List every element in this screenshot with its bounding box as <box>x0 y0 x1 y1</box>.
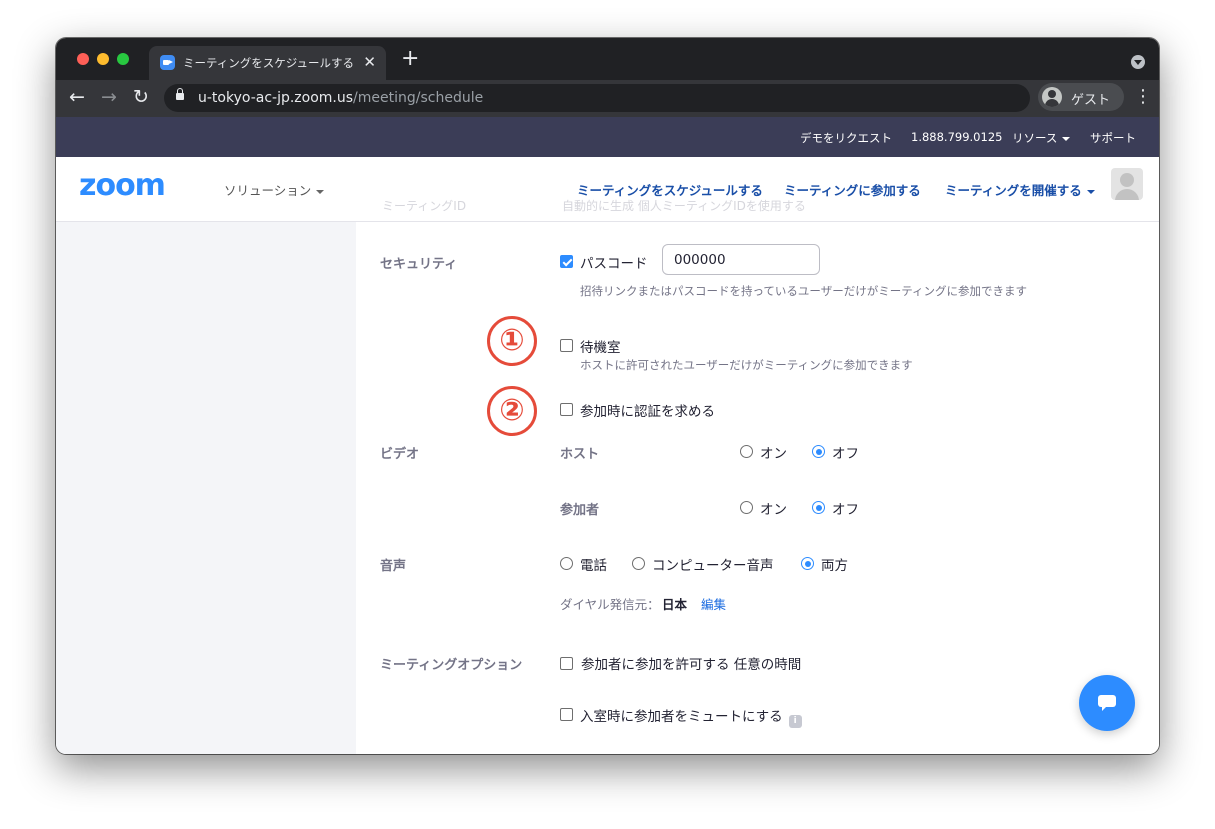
tab-title: ミーティングをスケジュールする - Zoom <box>183 56 353 70</box>
waiting-room-label: 待機室 <box>580 340 621 356</box>
solutions-menu[interactable]: ソリューション <box>224 180 325 199</box>
audio-phone-label: 電話 <box>580 558 607 574</box>
security-label: セキュリティ <box>380 257 458 272</box>
zoom-favicon-icon <box>160 55 175 70</box>
waiting-room-checkbox[interactable] <box>560 339 573 352</box>
reload-button[interactable]: ↻ <box>133 86 149 108</box>
join-before-host-checkbox[interactable] <box>560 657 573 670</box>
passcode-checkbox[interactable] <box>560 255 573 268</box>
video-participant-on-radio[interactable] <box>740 501 753 514</box>
audio-phone-radio[interactable] <box>560 557 573 570</box>
support-link[interactable]: サポート <box>1090 130 1136 146</box>
guest-avatar-icon <box>1042 87 1062 107</box>
audio-computer-label: コンピューター音声 <box>652 558 774 574</box>
passcode-hint: 招待リンクまたはパスコードを持っているユーザーだけがミーティングに参加できます <box>580 284 1028 298</box>
browser-window: ミーティングをスケジュールする - Zoom ✕ + ← → ↻ u-tokyo… <box>56 38 1159 754</box>
lock-icon <box>176 88 184 100</box>
mute-on-entry-label: 入室時に参加者をミュートにする i <box>580 705 802 728</box>
browser-tab[interactable]: ミーティングをスケジュールする - Zoom ✕ <box>149 46 386 80</box>
phone-number: 1.888.799.0125 <box>911 130 1003 144</box>
video-participant-on-label: オン <box>760 502 787 518</box>
chat-bubble-icon[interactable] <box>1079 675 1135 731</box>
video-host-off-label: オフ <box>832 446 859 462</box>
url-text: u-tokyo-ac-jp.zoom.us/meeting/schedule <box>198 90 484 106</box>
schedule-meeting-link[interactable]: ミーティングをスケジュールする <box>577 180 763 199</box>
meeting-options-label: ミーティングオプション <box>380 658 523 673</box>
schedule-form: セキュリティ パスコード 招待リンクまたはパスコードを持っているユーザーだけがミ… <box>356 222 1159 754</box>
video-participant-off-radio[interactable] <box>812 501 825 514</box>
host-meeting-menu[interactable]: ミーティングを開催する <box>945 180 1095 199</box>
authentication-label: 参加時に認証を求める <box>580 404 715 420</box>
address-bar[interactable]: u-tokyo-ac-jp.zoom.us/meeting/schedule <box>164 84 1030 112</box>
caret-down-icon <box>1062 136 1071 141</box>
close-tab-icon[interactable]: ✕ <box>363 53 376 71</box>
profile-button[interactable]: ゲスト <box>1038 83 1124 111</box>
passcode-label: パスコード <box>580 256 648 272</box>
meeting-id-label: ミーティングID <box>382 199 467 213</box>
join-meeting-link[interactable]: ミーティングに参加する <box>784 180 921 199</box>
dial-from-edit-link[interactable]: 編集 <box>701 594 726 613</box>
new-tab-button[interactable]: + <box>401 48 419 70</box>
zoom-logo[interactable]: zoom <box>79 168 166 203</box>
user-avatar[interactable] <box>1111 168 1143 200</box>
caret-down-icon <box>316 189 325 194</box>
forward-button[interactable]: → <box>101 86 117 108</box>
waiting-room-hint: ホストに許可されたユーザーだけがミーティングに参加できます <box>580 358 913 372</box>
back-button[interactable]: ← <box>69 86 85 108</box>
close-window-button[interactable] <box>77 53 89 65</box>
resources-menu[interactable]: リソース <box>1012 130 1071 146</box>
minimize-window-button[interactable] <box>97 53 109 65</box>
maximize-window-button[interactable] <box>117 53 129 65</box>
authentication-checkbox[interactable] <box>560 403 573 416</box>
video-label: ビデオ <box>380 447 420 462</box>
zoom-nav: ミーティングID 自動的に生成 個人ミーティングIDを使用する zoom ソリュ… <box>56 157 1159 222</box>
annotation-marker-1: ① <box>487 316 537 366</box>
video-host-on-radio[interactable] <box>740 445 753 458</box>
tab-search-icon[interactable] <box>1131 55 1145 69</box>
annotation-marker-2: ② <box>487 386 537 436</box>
left-pane <box>56 222 356 754</box>
dial-from-value: 日本 <box>662 597 688 612</box>
audio-both-radio[interactable] <box>801 557 814 570</box>
passcode-input[interactable] <box>662 244 820 275</box>
video-host-off-radio[interactable] <box>812 445 825 458</box>
join-before-host-label: 参加者に参加を許可する 任意の時間 <box>581 657 802 673</box>
caret-down-icon <box>1086 189 1095 194</box>
browser-menu-icon[interactable]: ⋮ <box>1134 86 1152 108</box>
audio-both-label: 両方 <box>821 558 848 574</box>
profile-label: ゲスト <box>1071 93 1111 108</box>
video-participant-label: 参加者 <box>560 503 600 518</box>
dial-from-label: ダイヤル発信元： <box>560 597 660 612</box>
zoom-top-bar: デモをリクエスト 1.888.799.0125 リソース サポート <box>56 117 1159 157</box>
tab-strip: ミーティングをスケジュールする - Zoom ✕ + <box>56 38 1159 80</box>
mute-on-entry-checkbox[interactable] <box>560 708 573 721</box>
video-participant-off-label: オフ <box>832 502 859 518</box>
info-icon[interactable]: i <box>788 715 802 728</box>
audio-computer-radio[interactable] <box>632 557 645 570</box>
video-host-label: ホスト <box>560 447 600 462</box>
request-demo-link[interactable]: デモをリクエスト <box>800 130 892 146</box>
audio-label: 音声 <box>380 559 407 574</box>
video-host-on-label: オン <box>760 446 787 462</box>
meeting-id-option: 自動的に生成 個人ミーティングIDを使用する <box>562 199 806 213</box>
browser-toolbar: ← → ↻ u-tokyo-ac-jp.zoom.us/meeting/sche… <box>56 80 1159 117</box>
